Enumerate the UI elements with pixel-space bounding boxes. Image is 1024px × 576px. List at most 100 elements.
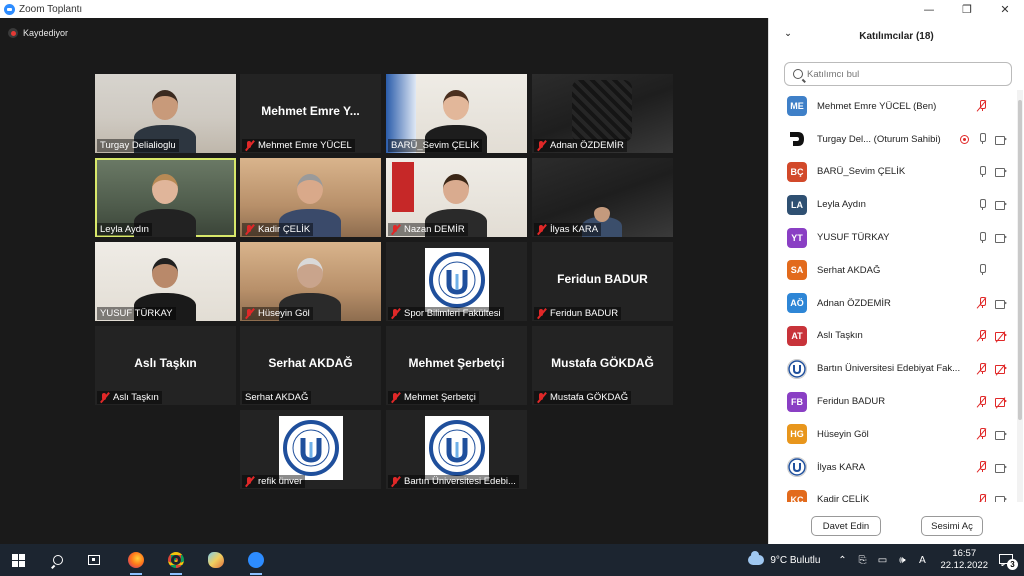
video-tile[interactable]: BARÜ_Sevim ÇELİK — [386, 74, 527, 153]
mic-icon[interactable] — [977, 231, 987, 244]
participant-row[interactable]: Turgay Del... (Oturum Sahibi) — [769, 123, 1017, 156]
camera-icon[interactable] — [995, 299, 1007, 309]
video-tile[interactable]: Feridun BADUR Feridun BADUR — [532, 242, 673, 321]
chrome-icon — [168, 552, 184, 568]
panel-scrollbar[interactable] — [1017, 90, 1023, 502]
video-tile[interactable]: Kadir ÇELİK — [240, 158, 381, 237]
participant-row[interactable]: YT YUSUF TÜRKAY — [769, 221, 1017, 254]
video-tile[interactable]: Turgay Delialioglu — [95, 74, 236, 153]
participant-row[interactable]: AÖ Adnan ÖZDEMİR — [769, 287, 1017, 320]
camera-icon[interactable] — [995, 233, 1007, 244]
mic-muted-icon[interactable] — [976, 329, 987, 342]
camera-icon[interactable] — [995, 430, 1007, 440]
avatar: SA — [787, 260, 807, 281]
minimize-button[interactable]: — — [910, 0, 948, 18]
mic-icon[interactable] — [977, 198, 987, 211]
zoom-taskbar-button[interactable] — [240, 544, 272, 576]
tray-overflow-icon[interactable]: ⌃ — [834, 552, 850, 568]
mic-muted-icon[interactable] — [976, 395, 987, 408]
windows-logo-icon — [11, 553, 25, 567]
video-tile[interactable]: refik ünver — [240, 410, 381, 489]
invite-button[interactable]: Davet Edin — [811, 516, 881, 536]
participant-row[interactable]: KÇ Kadir ÇELİK — [769, 484, 1017, 502]
mic-muted-icon[interactable] — [976, 362, 987, 375]
video-tile[interactable]: Adnan ÖZDEMİR — [532, 74, 673, 153]
camera-icon[interactable] — [995, 135, 1007, 145]
volume-icon[interactable]: 🕪 — [894, 552, 910, 568]
maximize-button[interactable]: ❐ — [948, 0, 986, 18]
tile-name-text: Spor Bilimleri Fakültesi — [404, 308, 501, 319]
paint-icon — [208, 552, 224, 568]
clock[interactable]: 16:57 22.12.2022 — [940, 548, 988, 572]
mic-muted-icon — [391, 308, 400, 319]
participant-row[interactable]: HG Hüseyin Göl — [769, 418, 1017, 451]
participant-display-name: Feridun BADUR — [557, 272, 648, 286]
participant-row[interactable]: SA Serhat AKDAĞ — [769, 254, 1017, 287]
video-tile[interactable]: Aslı Taşkın Aslı Taşkın — [95, 326, 236, 405]
zoom-window: Zoom Toplantı — ❐ ✕ Kaydediyor Turgay De… — [0, 0, 1024, 576]
tile-name-label: Kadir ÇELİK — [242, 223, 314, 236]
participant-status-icons — [976, 320, 1007, 353]
task-view-button[interactable] — [78, 544, 110, 576]
mic-muted-icon — [245, 308, 254, 319]
close-button[interactable]: ✕ — [986, 0, 1024, 18]
participant-row[interactable]: Bartın Üniversitesi Edebiyat Fak... — [769, 352, 1017, 385]
unmute-button[interactable]: Sesimi Aç — [921, 516, 983, 536]
weather-widget[interactable]: 9°C Bulutlu — [748, 551, 820, 566]
firefox-taskbar-button[interactable] — [120, 544, 152, 576]
title-bar: Zoom Toplantı — ❐ ✕ — [0, 0, 1024, 18]
recording-label: Kaydediyor — [23, 28, 69, 38]
chrome-taskbar-button[interactable] — [160, 544, 192, 576]
video-tile[interactable]: Bartın Üniversitesi Edebi... — [386, 410, 527, 489]
mic-icon[interactable] — [977, 165, 987, 178]
mic-muted-icon[interactable] — [976, 428, 987, 441]
participant-row[interactable]: ME Mehmet Emre YÜCEL (Ben) — [769, 90, 1017, 123]
language-icon[interactable]: A — [914, 552, 930, 568]
panel-header: ⌄ Katılımcılar (18) — [769, 18, 1024, 54]
camera-icon[interactable] — [995, 200, 1007, 211]
mic-muted-icon[interactable] — [976, 297, 987, 309]
notification-count: 3 — [1007, 559, 1018, 570]
mic-muted-icon[interactable] — [976, 493, 987, 502]
network-icon[interactable]: ▭ — [874, 552, 890, 568]
tile-name-label: Mehmet Emre YÜCEL — [242, 139, 355, 152]
video-tile[interactable]: Hüseyin Göl — [240, 242, 381, 321]
video-tile[interactable]: Mehmet Şerbetçi Mehmet Şerbetçi — [386, 326, 527, 405]
mic-muted-icon[interactable] — [976, 461, 987, 473]
camera-off-icon[interactable] — [995, 364, 1007, 377]
participant-row[interactable]: AT Aslı Taşkın — [769, 320, 1017, 353]
paint-taskbar-button[interactable] — [200, 544, 232, 576]
mic-icon[interactable] — [977, 133, 987, 145]
taskbar-search-button[interactable] — [42, 544, 74, 576]
video-tile[interactable]: Mehmet Emre Y... Mehmet Emre YÜCEL — [240, 74, 381, 153]
camera-icon[interactable] — [995, 495, 1007, 502]
participant-row[interactable]: BÇ BARÜ_Sevim ÇELİK — [769, 156, 1017, 189]
video-tile[interactable]: Serhat AKDAĞ Serhat AKDAĞ — [240, 326, 381, 405]
camera-icon[interactable] — [995, 463, 1007, 473]
notification-center-button[interactable]: 3 — [996, 552, 1018, 570]
video-tile[interactable]: İlyas KARA — [532, 158, 673, 237]
participant-row[interactable]: FB Feridun BADUR — [769, 385, 1017, 418]
scrollbar-thumb[interactable] — [1018, 100, 1022, 420]
tile-name-label: Nazan DEMİR — [388, 223, 468, 236]
mic-icon[interactable] — [977, 264, 987, 276]
video-tile[interactable]: YUSUF TÜRKAY — [95, 242, 236, 321]
camera-off-icon[interactable] — [995, 331, 1007, 344]
recording-indicator[interactable]: Kaydediyor — [8, 28, 68, 38]
video-tile[interactable]: Leyla Aydın — [95, 158, 236, 237]
chevron-down-icon[interactable]: ⌄ — [783, 29, 793, 39]
participant-row[interactable]: İlyas KARA — [769, 451, 1017, 484]
bartin-logo-icon — [788, 360, 806, 378]
camera-off-icon[interactable] — [995, 397, 1007, 409]
mic-muted-icon[interactable] — [976, 100, 987, 113]
tile-name-text: BARÜ_Sevim ÇELİK — [391, 140, 480, 151]
mic-muted-icon — [391, 224, 400, 235]
participant-row[interactable]: LA Leyla Aydın — [769, 188, 1017, 221]
start-button[interactable] — [2, 544, 34, 576]
camera-icon[interactable] — [995, 167, 1007, 178]
video-tile[interactable]: Nazan DEMİR — [386, 158, 527, 237]
tray-app-icon[interactable]: ⎘ — [854, 552, 870, 568]
search-input[interactable] — [807, 68, 997, 80]
video-tile[interactable]: Spor Bilimleri Fakültesi — [386, 242, 527, 321]
video-tile[interactable]: Mustafa GÖKDAĞ Mustafa GÖKDAĞ — [532, 326, 673, 405]
